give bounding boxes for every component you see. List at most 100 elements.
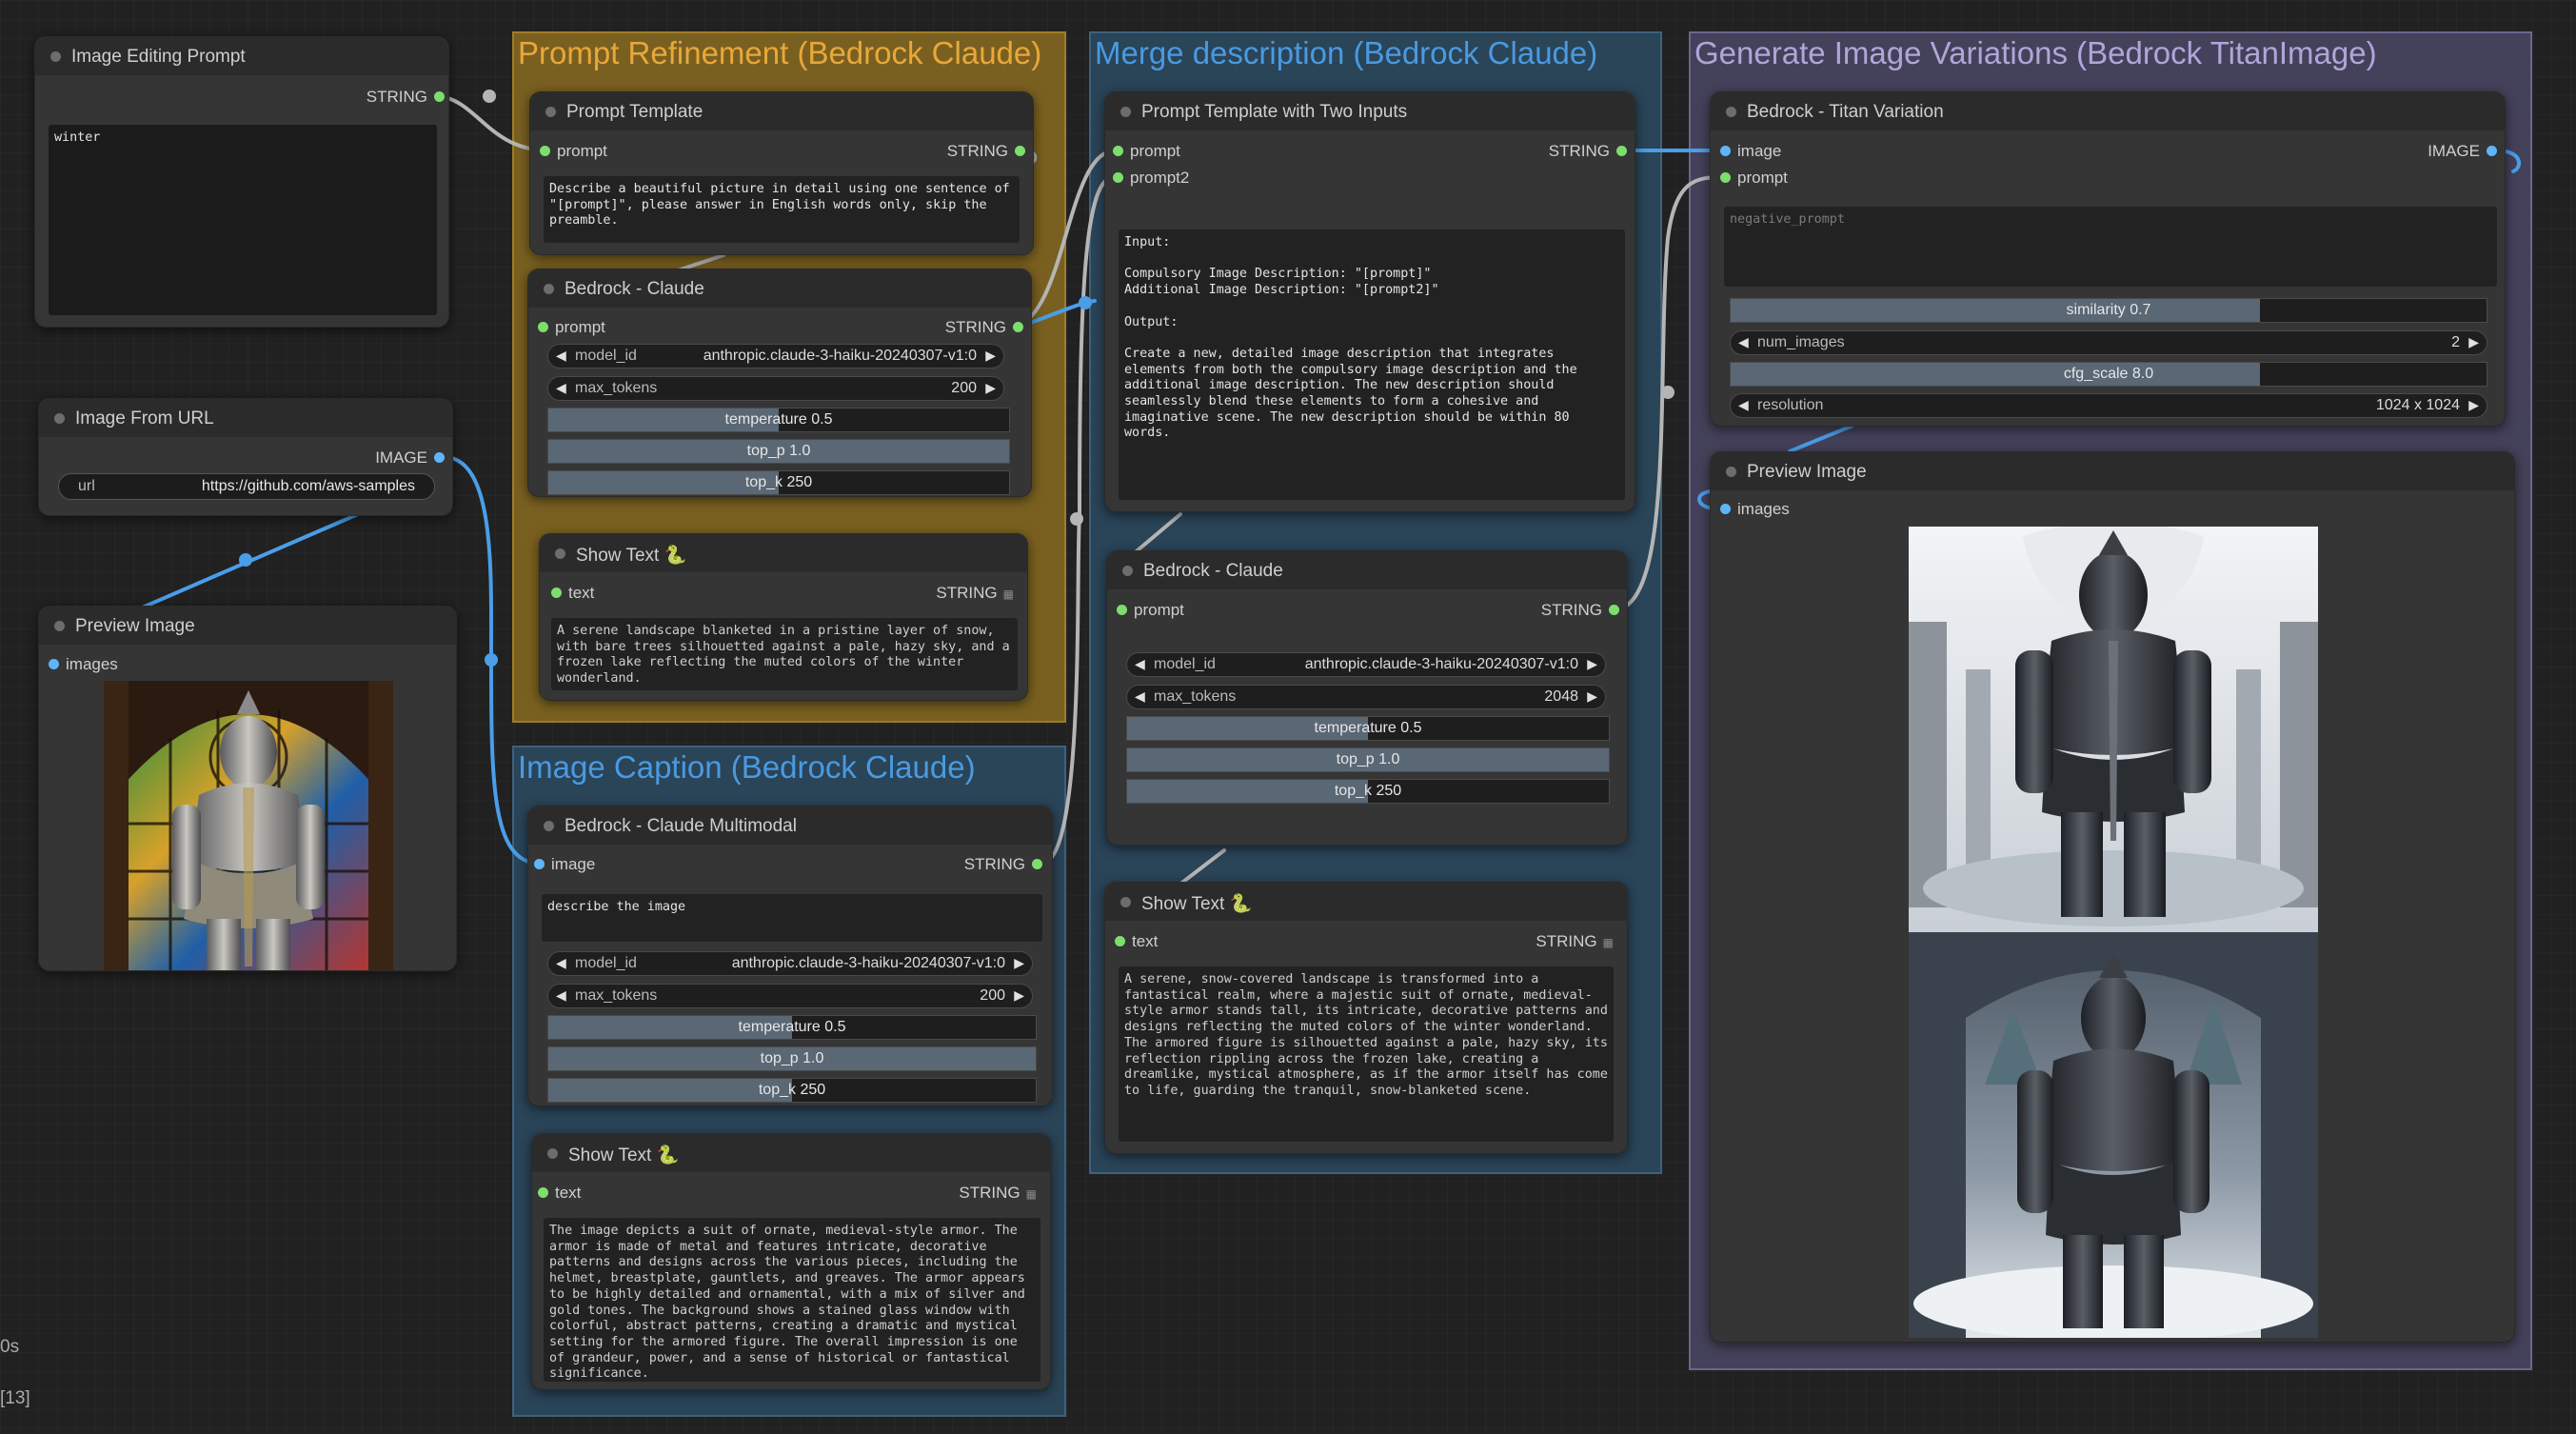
node-image-editing-prompt[interactable]: Image Editing Prompt STRING winter bbox=[34, 36, 449, 328]
port-dot[interactable] bbox=[1013, 322, 1023, 332]
collapse-dot[interactable] bbox=[1120, 107, 1131, 117]
arrow-left-icon[interactable]: ◀ bbox=[1135, 656, 1145, 672]
input-prompt[interactable]: prompt bbox=[1113, 142, 1180, 161]
arrow-left-icon[interactable]: ◀ bbox=[1738, 397, 1749, 413]
node-preview-image-right[interactable]: Preview Image images bbox=[1710, 451, 2515, 1343]
negative-prompt-field[interactable]: negative_prompt bbox=[1724, 207, 2497, 287]
node-header[interactable]: Image Editing Prompt bbox=[35, 37, 448, 75]
collapse-dot[interactable] bbox=[544, 284, 554, 294]
output-string[interactable]: STRING bbox=[1549, 142, 1627, 161]
arrow-right-icon[interactable]: ▶ bbox=[1014, 987, 1024, 1004]
node-image-from-url[interactable]: Image From URL IMAGE url https://github.… bbox=[38, 398, 453, 516]
collapse-dot[interactable] bbox=[545, 107, 556, 117]
node-header[interactable]: Bedrock - Claude Multimodal bbox=[528, 807, 1052, 845]
url-field[interactable]: url https://github.com/aws-samples bbox=[58, 473, 435, 500]
template-text-field[interactable]: Describe a beautiful picture in detail u… bbox=[544, 176, 1020, 243]
node-bedrock-claude-refine[interactable]: Bedrock - Claude prompt STRING ◀ model_id… bbox=[527, 269, 1032, 497]
model-id-combo[interactable]: ◀ model_id anthropic.claude-3-haiku-202403… bbox=[1126, 652, 1606, 677]
arrow-left-icon[interactable]: ◀ bbox=[1738, 334, 1749, 350]
node-header[interactable]: Prompt Template bbox=[530, 92, 1033, 130]
port-dot[interactable] bbox=[1113, 146, 1123, 156]
port-dot[interactable] bbox=[1032, 859, 1042, 869]
node-header[interactable]: Image From URL bbox=[39, 399, 452, 437]
port-dot[interactable] bbox=[1720, 504, 1731, 514]
collapse-dot[interactable] bbox=[1726, 107, 1736, 117]
collapse-dot[interactable] bbox=[1122, 566, 1133, 576]
node-show-text-merge[interactable]: Show Text 🐍 text STRING ▦ A serene, snow-… bbox=[1104, 882, 1628, 1154]
model-id-combo[interactable]: ◀ model_id anthropic.claude-3-haiku-202403… bbox=[547, 951, 1033, 976]
collapse-dot[interactable] bbox=[1726, 467, 1736, 477]
show-text-output[interactable]: A serene landscape blanketed in a pristi… bbox=[551, 618, 1018, 690]
arrow-left-icon[interactable]: ◀ bbox=[556, 955, 566, 971]
port-dot[interactable] bbox=[1113, 172, 1123, 183]
node-show-text-caption[interactable]: Show Text 🐍 text STRING ▦ The image depic… bbox=[531, 1133, 1051, 1390]
top-p-slider[interactable]: top_p 1.0 bbox=[1126, 747, 1610, 772]
collapse-dot[interactable] bbox=[544, 821, 554, 831]
port-dot[interactable] bbox=[434, 91, 445, 102]
max-tokens-number[interactable]: ◀ max_tokens 200 ▶ bbox=[547, 376, 1004, 401]
top-p-slider[interactable]: top_p 1.0 bbox=[547, 439, 1010, 464]
top-k-slider[interactable]: top_k 250 bbox=[547, 1078, 1037, 1103]
node-header[interactable]: Show Text 🐍 bbox=[540, 534, 1027, 572]
output-string[interactable]: STRING ▦ bbox=[1536, 932, 1614, 951]
prompt-text-field[interactable]: winter bbox=[49, 125, 437, 315]
output-string[interactable]: STRING ▦ bbox=[936, 584, 1014, 603]
input-image[interactable]: image bbox=[534, 855, 595, 874]
temperature-slider[interactable]: temperature 0.5 bbox=[547, 1015, 1037, 1040]
port-dot[interactable] bbox=[1609, 605, 1619, 615]
collapse-dot[interactable] bbox=[555, 548, 565, 559]
input-prompt[interactable]: prompt bbox=[540, 142, 607, 161]
port-dot[interactable] bbox=[1115, 936, 1125, 946]
node-header[interactable]: Preview Image bbox=[1711, 452, 2514, 490]
max-tokens-number[interactable]: ◀ max_tokens 2048 ▶ bbox=[1126, 685, 1606, 709]
port-dot[interactable] bbox=[540, 146, 550, 156]
input-prompt2[interactable]: prompt2 bbox=[1113, 169, 1189, 188]
output-string[interactable]: STRING bbox=[964, 855, 1042, 874]
input-text[interactable]: text bbox=[551, 584, 594, 603]
input-images[interactable]: images bbox=[49, 655, 118, 674]
port-dot[interactable] bbox=[1720, 172, 1731, 183]
port-dot[interactable] bbox=[534, 859, 545, 869]
arrow-right-icon[interactable]: ▶ bbox=[985, 348, 996, 364]
arrow-right-icon[interactable]: ▶ bbox=[2468, 334, 2479, 350]
max-tokens-number[interactable]: ◀ max_tokens 200 ▶ bbox=[547, 984, 1033, 1008]
node-preview-image-left[interactable]: Preview Image images bbox=[38, 606, 457, 971]
node-header[interactable]: Bedrock - Titan Variation bbox=[1711, 92, 2505, 130]
resolution-combo[interactable]: ◀ resolution 1024 x 1024 ▶ bbox=[1730, 393, 2487, 418]
arrow-right-icon[interactable]: ▶ bbox=[985, 380, 996, 396]
input-prompt[interactable]: prompt bbox=[1117, 601, 1184, 620]
input-text[interactable]: text bbox=[1115, 932, 1158, 951]
cfg-scale-slider[interactable]: cfg_scale 8.0 bbox=[1730, 362, 2487, 387]
arrow-right-icon[interactable]: ▶ bbox=[1587, 656, 1597, 672]
port-dot[interactable] bbox=[538, 1187, 548, 1198]
collapse-dot[interactable] bbox=[50, 51, 61, 62]
output-image[interactable]: IMAGE bbox=[375, 448, 445, 468]
output-image[interactable]: IMAGE bbox=[2427, 142, 2497, 161]
port-dot[interactable] bbox=[49, 659, 59, 669]
arrow-right-icon[interactable]: ▶ bbox=[2468, 397, 2479, 413]
arrow-left-icon[interactable]: ◀ bbox=[1135, 688, 1145, 705]
output-string[interactable]: STRING ▦ bbox=[959, 1184, 1037, 1203]
port-dot[interactable] bbox=[1117, 605, 1127, 615]
show-text-output[interactable]: The image depicts a suit of ornate, medi… bbox=[544, 1218, 1040, 1382]
node-prompt-template-two-inputs[interactable]: Prompt Template with Two Inputs prompt p… bbox=[1104, 91, 1635, 512]
output-string[interactable]: STRING bbox=[367, 88, 445, 107]
multimodal-prompt-field[interactable]: describe the image bbox=[542, 894, 1042, 942]
top-p-slider[interactable]: top_p 1.0 bbox=[547, 1046, 1037, 1071]
collapse-dot[interactable] bbox=[547, 1148, 558, 1159]
node-header[interactable]: Preview Image bbox=[39, 607, 456, 645]
temperature-slider[interactable]: temperature 0.5 bbox=[1126, 716, 1610, 741]
template-text-field[interactable]: Input: Compulsory Image Description: "[p… bbox=[1119, 229, 1625, 500]
temperature-slider[interactable]: temperature 0.5 bbox=[547, 408, 1010, 432]
output-string[interactable]: STRING bbox=[1541, 601, 1619, 620]
output-string[interactable]: STRING bbox=[947, 142, 1025, 161]
node-header[interactable]: Prompt Template with Two Inputs bbox=[1105, 92, 1635, 130]
node-prompt-template[interactable]: Prompt Template prompt STRING Describe a… bbox=[529, 91, 1034, 255]
arrow-left-icon[interactable]: ◀ bbox=[556, 380, 566, 396]
input-text[interactable]: text bbox=[538, 1184, 581, 1203]
arrow-left-icon[interactable]: ◀ bbox=[556, 348, 566, 364]
arrow-left-icon[interactable]: ◀ bbox=[556, 987, 566, 1004]
collapse-dot[interactable] bbox=[54, 413, 65, 424]
node-bedrock-claude-merge[interactable]: Bedrock - Claude prompt STRING ◀ model_id… bbox=[1106, 550, 1628, 846]
port-dot[interactable] bbox=[551, 588, 562, 598]
